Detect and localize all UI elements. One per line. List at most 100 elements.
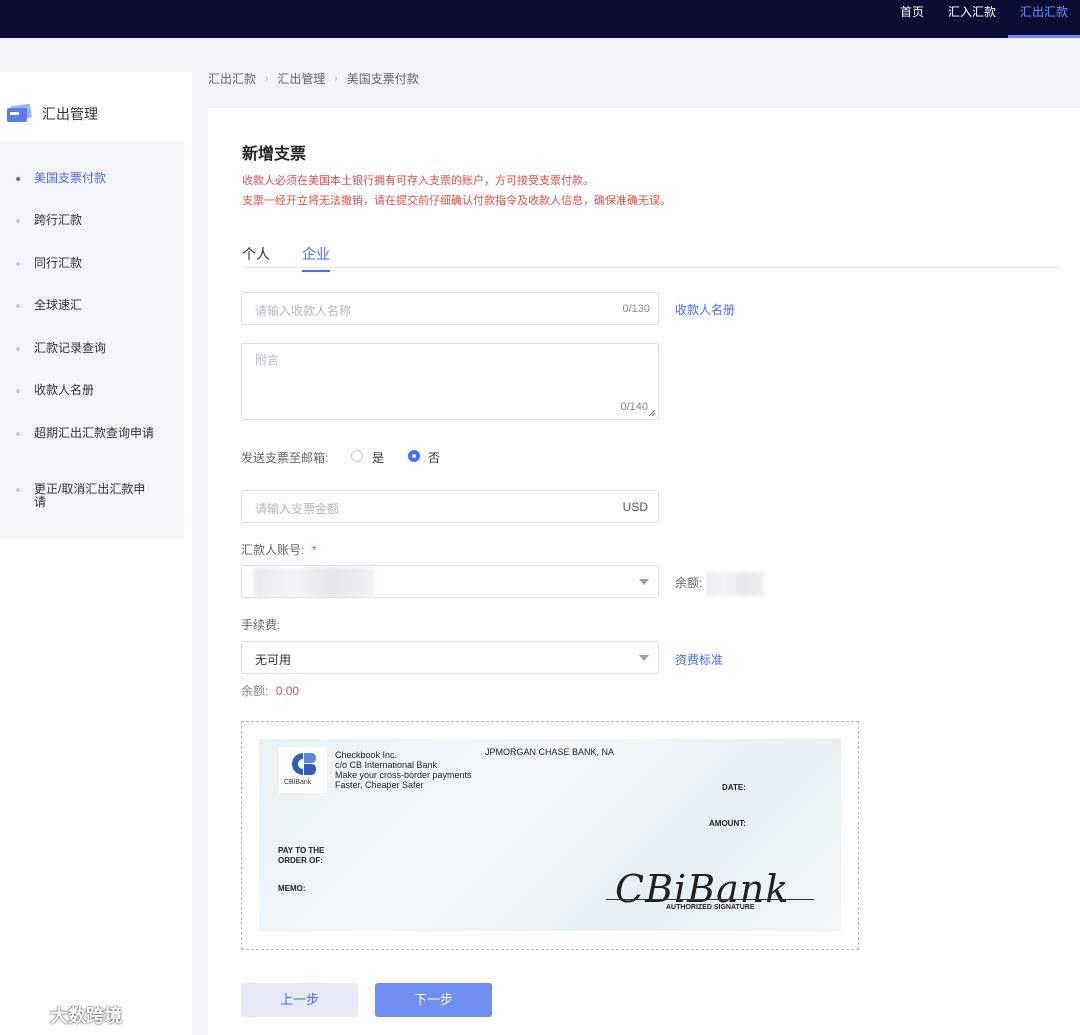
sidebar-item-label: 同行汇款 xyxy=(34,256,83,270)
payee-name-placeholder: 请输入收款人名称 xyxy=(255,304,352,318)
sidebar-item-label: 跨行汇款 xyxy=(34,213,83,227)
breadcrumb-separator-icon: › xyxy=(265,73,269,84)
redacted-balance xyxy=(706,572,764,596)
tab-enterprise[interactable]: 企业 xyxy=(302,244,330,272)
radio-no[interactable] xyxy=(408,450,420,462)
issuer-line: Faster, Cheaper Safer xyxy=(335,780,424,790)
amount-label: AMOUNT: xyxy=(709,819,746,828)
cheque-preview: CBiBank Checkbook Inc. c/o CB Internatio… xyxy=(259,739,841,931)
tab-individual[interactable]: 个人 xyxy=(242,244,270,270)
amount-placeholder: 请输入支票金额 xyxy=(255,502,340,516)
payee-book-link[interactable]: 收款人名册 xyxy=(675,301,735,318)
cbibank-logo-icon xyxy=(292,753,316,775)
memo-label: MEMO: xyxy=(278,884,306,893)
breadcrumb: 汇出汇款 › 汇出管理 › 美国支票付款 xyxy=(208,70,419,87)
top-bar: 首页 汇入汇款 汇出汇款 xyxy=(0,0,1080,38)
amount-input[interactable]: 请输入支票金额 USD xyxy=(241,490,659,523)
sidebar-item-label: 汇款记录查询 xyxy=(34,341,107,355)
chevron-down-icon xyxy=(639,655,649,661)
sidebar-item-global-express[interactable]: 全球速汇 xyxy=(0,299,184,313)
payee-type-tabs: 个人 企业 xyxy=(242,240,1060,272)
sidebar-item-label: 收款人名册 xyxy=(34,383,95,397)
fee-label: 手续费: xyxy=(241,618,281,632)
nav-outbound-remittance[interactable]: 汇出汇款 xyxy=(1007,0,1080,38)
sidebar-item-label: 美国支票付款 xyxy=(34,171,107,185)
pay-to-label: ORDER OF: xyxy=(278,856,323,865)
breadcrumb-item-current: 美国支票付款 xyxy=(346,72,419,86)
account-label-text: 汇款人账号: xyxy=(241,543,305,557)
breadcrumb-separator-icon: › xyxy=(334,73,338,84)
account-label: 汇款人账号: * xyxy=(241,541,316,558)
issuer-line: c/o CB International Bank xyxy=(335,760,438,770)
fee-select-value: 无可用 xyxy=(255,653,292,667)
required-mark: * xyxy=(311,543,317,557)
watermark-logo-icon xyxy=(8,1005,46,1025)
payee-name-input[interactable]: 请输入收款人名称 0/130 xyxy=(241,292,659,325)
account-select[interactable] xyxy=(241,565,659,598)
bullet-icon xyxy=(16,262,20,266)
nav-home[interactable]: 首页 xyxy=(888,0,936,38)
card-icon xyxy=(7,104,32,122)
bullet-icon xyxy=(16,304,20,308)
radio-yes[interactable] xyxy=(351,450,363,462)
main-panel: 新增支票 收款人必须在美国本土银行拥有可存入支票的账户，方可接受支票付款。 支票… xyxy=(208,108,1080,1035)
sidebar: 汇出管理 美国支票付款 跨行汇款 同行汇款 全球速汇 汇款记录查询 收款人名册 xyxy=(0,72,192,1035)
send-email-label: 发送支票至邮箱: xyxy=(241,451,329,465)
warning-text: 收款人必须在美国本土银行拥有可存入支票的账户，方可接受支票付款。 xyxy=(242,175,594,187)
fee-balance-value: 0.00 xyxy=(275,684,300,698)
sidebar-item-amend-cancel[interactable]: 更正/取消汇出汇款申请 xyxy=(0,483,184,511)
issuer-line: Make your cross-border payments xyxy=(335,770,472,780)
sidebar-item-label: 超期汇出汇款查询申请 xyxy=(34,426,155,440)
prev-step-button[interactable]: 上一步 xyxy=(241,983,358,1017)
bullet-icon xyxy=(16,219,20,223)
sidebar-item-label: 更正/取消汇出汇款申请 xyxy=(34,482,146,509)
fee-select[interactable]: 无可用 xyxy=(241,641,659,674)
radio-yes-label[interactable]: 是 xyxy=(372,449,384,466)
redacted-account xyxy=(254,567,374,597)
bullet-icon xyxy=(16,488,20,492)
signature-caption: AUTHORIZED SIGNATURE xyxy=(666,904,755,911)
fee-balance: 余额: 0.00 xyxy=(241,682,299,699)
date-label: DATE: xyxy=(722,783,746,792)
currency-label: USD xyxy=(622,500,648,514)
sidebar-header: 汇出管理 xyxy=(0,72,192,142)
watermark-text: 大数跨境 xyxy=(50,1006,122,1026)
cheque-preview-frame: CBiBank Checkbook Inc. c/o CB Internatio… xyxy=(241,721,859,950)
sidebar-item-payee-book[interactable]: 收款人名册 xyxy=(0,384,184,398)
breadcrumb-item[interactable]: 汇出汇款 xyxy=(208,70,256,87)
memo-textarea[interactable]: 附言 0/140 xyxy=(241,343,659,420)
watermark: 大数跨境 xyxy=(8,1002,122,1028)
sidebar-menu: 美国支票付款 跨行汇款 同行汇款 全球速汇 汇款记录查询 收款人名册 超期汇出汇… xyxy=(0,142,184,538)
radio-no-label[interactable]: 否 xyxy=(428,449,440,466)
sidebar-item-records[interactable]: 汇款记录查询 xyxy=(0,342,184,356)
bank-name: JPMORGAN CHASE BANK, NA xyxy=(485,747,615,757)
payee-name-counter: 0/130 xyxy=(622,303,650,315)
page-title: 新增支票 xyxy=(242,146,307,163)
account-balance-label: 余额: xyxy=(675,576,703,590)
fee-balance-label: 余额: xyxy=(241,684,269,698)
signature-line xyxy=(606,899,814,900)
fee-standard-link[interactable]: 资费标准 xyxy=(675,651,723,668)
next-step-button[interactable]: 下一步 xyxy=(375,983,492,1017)
sidebar-item-interbank[interactable]: 跨行汇款 xyxy=(0,214,184,228)
sidebar-item-overdue-query[interactable]: 超期汇出汇款查询申请 xyxy=(0,427,184,455)
memo-placeholder: 附言 xyxy=(255,353,280,367)
pay-to-label: PAY TO THE xyxy=(278,846,325,855)
chevron-down-icon xyxy=(639,579,649,585)
memo-counter: 0/140 xyxy=(620,401,648,413)
sidebar-item-us-cheque[interactable]: 美国支票付款 xyxy=(0,172,184,186)
bullet-icon xyxy=(16,432,20,436)
bullet-icon xyxy=(16,389,20,393)
bank-logo: CBiBank xyxy=(279,747,327,793)
resize-handle-icon[interactable] xyxy=(648,409,656,417)
warning-text: 支票一经开立将无法撤销，请在提交前仔细确认付款指令及收款人信息，确保准确无误。 xyxy=(242,195,671,207)
issuer-line: Checkbook Inc. xyxy=(335,750,398,760)
nav-inbound-remittance[interactable]: 汇入汇款 xyxy=(936,0,1008,38)
sidebar-item-label: 全球速汇 xyxy=(34,298,83,312)
breadcrumb-item[interactable]: 汇出管理 xyxy=(277,70,325,87)
sidebar-item-same-bank[interactable]: 同行汇款 xyxy=(0,257,184,271)
logo-text: CBiBank xyxy=(284,779,312,786)
top-nav: 首页 汇入汇款 汇出汇款 xyxy=(888,0,1080,38)
bullet-icon xyxy=(16,177,20,181)
sidebar-title: 汇出管理 xyxy=(42,106,98,122)
